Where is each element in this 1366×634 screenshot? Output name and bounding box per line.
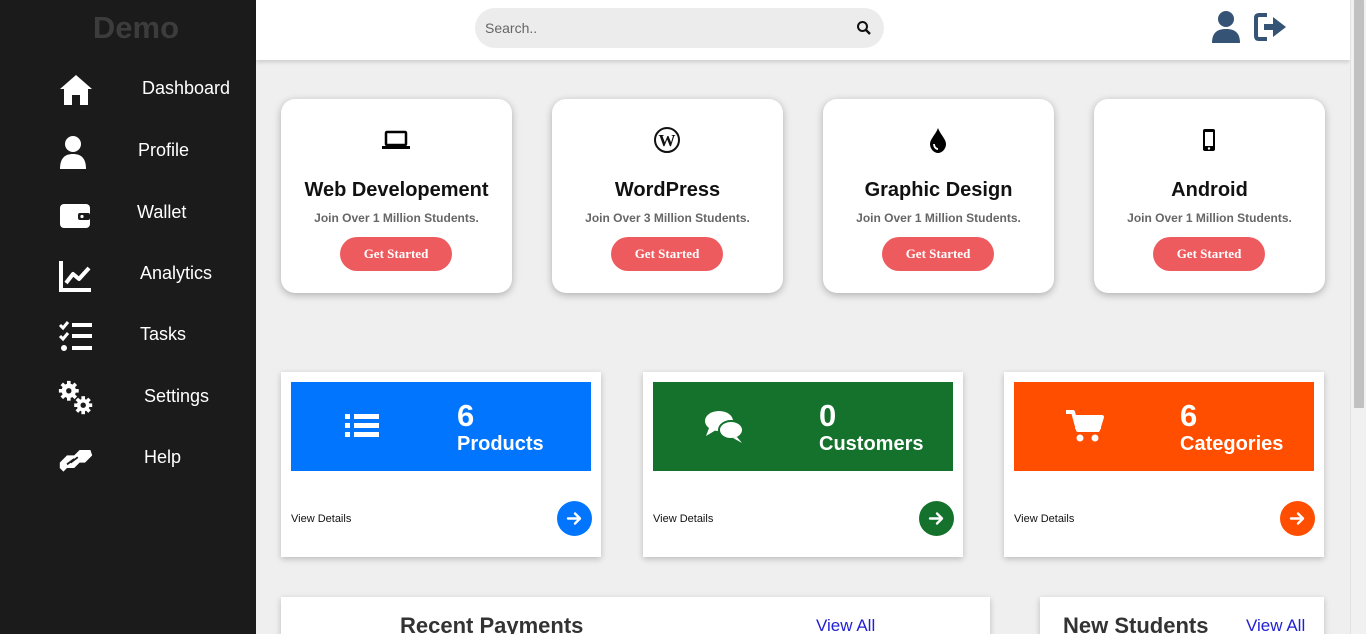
view-all-link[interactable]: View All (816, 616, 875, 634)
svg-text:W: W (659, 131, 676, 150)
sidebar-item-label: Settings (144, 386, 210, 406)
course-title: Graphic Design (864, 179, 1013, 201)
recent-payments-panel: Recent Payments View All (281, 597, 990, 634)
cogs-icon (58, 380, 94, 416)
stat-band: 6 Categories (1014, 382, 1314, 471)
sidebar-item-profile[interactable]: Profile (0, 128, 256, 176)
course-title: WordPress (614, 179, 721, 201)
course-subtitle: Join Over 1 Million Students. (856, 211, 1021, 225)
tasks-icon (58, 318, 94, 354)
sidebar-item-wallet[interactable]: Wallet (0, 190, 256, 238)
stat-label: Categories (1180, 433, 1284, 455)
logout-icon[interactable] (1254, 12, 1288, 42)
brand-logo: Demo (92, 10, 180, 45)
panel-title: Recent Payments (400, 613, 584, 634)
course-title: Android (1171, 179, 1248, 201)
sidebar-item-label: Dashboard (142, 78, 231, 98)
cart-icon (1064, 408, 1106, 444)
sidebar-item-label: Tasks (140, 324, 187, 344)
new-students-panel: New Students View All (1040, 597, 1324, 634)
sidebar-item-analytics[interactable]: Analytics (0, 251, 256, 299)
sidebar-item-tasks[interactable]: Tasks (0, 312, 256, 360)
top-bar (256, 0, 1350, 60)
home-icon (58, 72, 94, 108)
course-subtitle: Join Over 1 Million Students. (314, 211, 479, 225)
sidebar-item-label: Profile (138, 140, 190, 160)
panel-title: New Students (1063, 613, 1209, 634)
handshake-icon (58, 441, 94, 477)
sidebar-item-label: Wallet (137, 202, 187, 222)
stat-band: 6 Products (291, 382, 591, 471)
list-icon (341, 408, 383, 444)
stat-value: 0 (819, 398, 837, 433)
sidebar-item-dashboard[interactable]: Dashboard (0, 66, 256, 114)
wordpress-icon: W (652, 125, 682, 155)
user-icon (58, 134, 94, 170)
get-started-button[interactable]: Get Started (611, 237, 723, 271)
course-title: Web Developement (304, 179, 489, 201)
search-bar (475, 8, 884, 48)
sidebar-item-label: Analytics (140, 263, 213, 283)
sidebar-item-settings[interactable]: Settings (0, 374, 256, 422)
wallet-icon (58, 196, 94, 232)
arrow-right-icon[interactable] (557, 501, 592, 536)
arrow-right-icon[interactable] (1280, 501, 1315, 536)
chart-line-icon (58, 257, 94, 293)
course-card-graphic-design: Graphic Design Join Over 1 Million Stude… (823, 99, 1054, 293)
view-details-link[interactable]: View Details (291, 513, 351, 525)
stat-band: 0 Customers (653, 382, 953, 471)
search-input[interactable] (485, 8, 845, 48)
view-details-link[interactable]: View Details (653, 513, 713, 525)
course-card-web-development: Web Developement Join Over 1 Million Stu… (281, 99, 512, 293)
page-scrollbar[interactable] (1350, 0, 1366, 634)
view-all-link[interactable]: View All (1246, 616, 1305, 634)
stat-label: Products (457, 433, 544, 455)
laptop-icon (381, 125, 411, 155)
stat-card-products: 6 Products View Details (281, 372, 601, 557)
stat-label: Customers (819, 433, 924, 455)
stat-card-categories: 6 Categories View Details (1004, 372, 1324, 557)
tint-icon (923, 125, 953, 155)
arrow-right-icon[interactable] (919, 501, 954, 536)
sidebar-item-help[interactable]: Help (0, 435, 256, 483)
scrollbar-thumb[interactable] (1354, 0, 1364, 408)
search-icon[interactable] (856, 20, 872, 36)
comments-icon (703, 408, 745, 444)
sidebar-item-label: Help (144, 447, 182, 467)
stat-value: 6 (1180, 398, 1198, 433)
stat-value: 6 (457, 398, 475, 433)
get-started-button[interactable]: Get Started (1153, 237, 1265, 271)
sidebar: Demo Dashboard Profile Wallet Analytics … (0, 0, 256, 634)
stat-card-customers: 0 Customers View Details (643, 372, 963, 557)
get-started-button[interactable]: Get Started (882, 237, 994, 271)
user-icon[interactable] (1211, 10, 1241, 44)
get-started-button[interactable]: Get Started (340, 237, 452, 271)
course-subtitle: Join Over 3 Million Students. (585, 211, 750, 225)
course-card-wordpress: W WordPress Join Over 3 Million Students… (552, 99, 783, 293)
course-subtitle: Join Over 1 Million Students. (1127, 211, 1292, 225)
view-details-link[interactable]: View Details (1014, 513, 1074, 525)
mobile-icon (1194, 125, 1224, 155)
course-card-android: Android Join Over 1 Million Students. Ge… (1094, 99, 1325, 293)
